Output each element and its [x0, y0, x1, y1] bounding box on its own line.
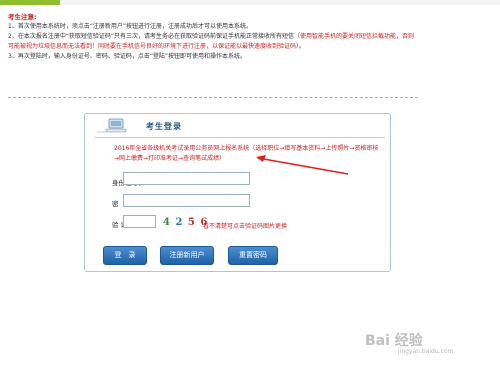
computer-icon	[97, 118, 127, 133]
captcha-digit-2: 2	[175, 217, 184, 228]
captcha-image[interactable]: 4 2 5 6	[163, 217, 208, 228]
captcha-hint: 看不清楚可点击验证码图片更换	[203, 223, 288, 230]
notice-line-3: 3、再次登陆时，输入身份证号、密码、验证码，点击“登陆”按钮即可使用和操作本系统…	[8, 53, 247, 60]
captcha-input[interactable]	[123, 215, 156, 228]
notice-section: 考生注意: 1、首次使用本系统时，须点击“注册新用户”按钮进行注册，注册成功后才…	[8, 12, 416, 62]
top-bar	[0, 0, 500, 5]
watermark-url: jingyan.baidu.com	[398, 348, 454, 355]
notice-line-2c: ）。	[296, 43, 306, 50]
notice-line-2a: 2、在本次报名注册中“获取短信验证码”只有三次，请考生务必在获取验证码前保证手机…	[8, 33, 301, 40]
captcha-digit-1: 4	[163, 217, 171, 228]
panel-title: 考生登录	[146, 122, 182, 131]
reset-password-button[interactable]: 重置密码	[228, 246, 278, 265]
notice-line-2: 2、在本次报名注册中“获取短信验证码”只有三次，请考生务必在获取验证码前保证手机…	[8, 32, 416, 52]
login-button[interactable]: 登 录	[103, 246, 147, 265]
password-input[interactable]	[123, 194, 250, 207]
top-bar-accent	[0, 0, 60, 5]
captcha-digit-3: 5	[187, 217, 196, 228]
notice-line-1: 1、首次使用本系统时，须点击“注册新用户”按钮进行注册，注册成功后才可以使用本系…	[8, 23, 253, 30]
watermark-logo: Bai 经验	[365, 333, 423, 349]
panel-title-divider	[95, 137, 385, 138]
register-button[interactable]: 注册新用户	[160, 246, 214, 265]
red-arrow-annotation	[256, 155, 349, 175]
notice-title: 考生注意:	[8, 13, 37, 21]
id-number-input[interactable]	[123, 172, 250, 185]
divider	[8, 97, 418, 98]
